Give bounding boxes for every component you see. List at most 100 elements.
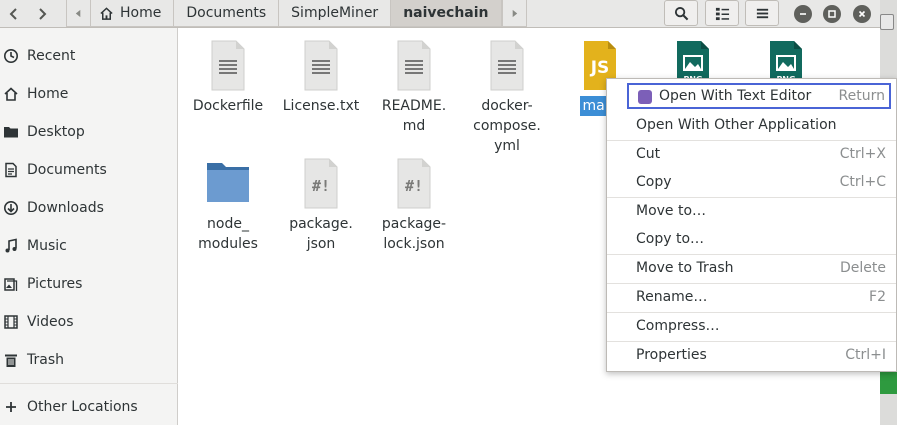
background-green-button	[880, 370, 897, 394]
script-file-icon: #!	[390, 158, 438, 210]
file-label: Dockerfile	[192, 98, 264, 114]
maximize-icon	[828, 10, 836, 18]
chevron-left-icon	[9, 7, 17, 20]
sidebar-item-documents[interactable]: Documents	[0, 155, 178, 185]
breadcrumb-scroll-left-button[interactable]	[67, 0, 91, 26]
menu-item-accelerator: Ctrl+I	[845, 347, 886, 363]
folder-icon	[4, 127, 18, 138]
sidebar-item-home[interactable]: Home	[0, 79, 178, 109]
script-icon-text: #!	[312, 177, 330, 195]
home-icon	[4, 87, 18, 101]
header-bar: Home Documents SimpleMiner naivechain	[0, 0, 880, 28]
menu-item-copy[interactable]: Copy Ctrl+C	[607, 168, 896, 196]
text-file-icon	[297, 40, 345, 92]
menu-item-rename[interactable]: Rename… F2	[607, 283, 896, 311]
menu-item-properties[interactable]: Properties Ctrl+I	[607, 341, 896, 369]
folder-item[interactable]: node_ modules	[181, 158, 275, 254]
text-editor-icon	[638, 90, 652, 104]
maximize-button[interactable]	[823, 5, 841, 23]
view-list-button[interactable]	[705, 0, 739, 26]
menu-item-compress[interactable]: Compress…	[607, 312, 896, 340]
sidebar-item-label: Documents	[27, 162, 107, 178]
sidebar-item-trash[interactable]: Trash	[0, 345, 178, 375]
file-item[interactable]: #! package- lock.json	[367, 158, 461, 254]
file-label: docker- compose. yml	[473, 98, 541, 154]
search-icon	[674, 6, 688, 20]
text-file-icon	[204, 40, 252, 92]
sidebar-item-pictures[interactable]: Pictures	[0, 269, 178, 299]
menu-item-label: Open With Text Editor	[659, 88, 812, 104]
menu-item-accelerator: Return	[838, 88, 885, 104]
file-label: node_ modules	[198, 216, 258, 252]
text-file-icon	[390, 40, 438, 92]
menu-item-cut[interactable]: Cut Ctrl+X	[607, 140, 896, 168]
minimize-button[interactable]	[794, 5, 812, 23]
menu-item-open-with-other-application[interactable]: Open With Other Application	[607, 111, 896, 139]
download-icon	[4, 201, 18, 215]
file-label: package- lock.json	[381, 216, 447, 252]
file-label: package. json	[289, 216, 353, 252]
folder-icon	[204, 158, 252, 210]
chevron-right-icon	[38, 7, 46, 20]
breadcrumb-simpleminer[interactable]: SimpleMiner	[279, 0, 392, 26]
sidebar: Recent Home Desktop Documents Downloads …	[0, 28, 178, 425]
breadcrumb-scroll-right-button[interactable]	[501, 0, 526, 26]
text-file-icon	[483, 40, 531, 92]
file-item[interactable]: License.txt	[274, 40, 368, 116]
file-label: README. md	[381, 98, 447, 134]
sidebar-item-label: Trash	[27, 352, 64, 368]
breadcrumb-documents[interactable]: Documents	[174, 0, 280, 26]
search-button[interactable]	[664, 0, 698, 26]
menu-item-accelerator: Ctrl+C	[839, 174, 886, 190]
menu-item-label: Compress…	[636, 318, 720, 334]
file-item[interactable]: README. md	[367, 40, 461, 136]
menu-button[interactable]	[745, 0, 779, 26]
sidebar-item-label: Desktop	[27, 124, 85, 140]
trash-icon	[5, 354, 17, 367]
close-icon	[858, 10, 866, 18]
breadcrumb-home[interactable]: Home	[91, 0, 175, 26]
file-item[interactable]: #! package. json	[274, 158, 368, 254]
sidebar-item-label: Downloads	[27, 200, 104, 216]
menu-item-accelerator: Delete	[840, 260, 886, 276]
clock-icon	[4, 49, 18, 63]
home-icon	[100, 6, 113, 20]
hamburger-icon	[756, 8, 768, 18]
picture-icon	[4, 278, 18, 291]
close-button[interactable]	[853, 5, 871, 23]
breadcrumb: Home Documents SimpleMiner naivechain	[66, 0, 527, 27]
plus-icon	[6, 402, 16, 412]
menu-item-label: Rename…	[636, 289, 708, 305]
menu-item-label: Properties	[636, 347, 707, 363]
sidebar-item-label: Videos	[27, 314, 74, 330]
back-button[interactable]	[0, 1, 27, 26]
menu-item-move-to-trash[interactable]: Move to Trash Delete	[607, 254, 896, 282]
sidebar-item-music[interactable]: Music	[0, 231, 178, 261]
sidebar-item-desktop[interactable]: Desktop	[0, 117, 178, 147]
menu-item-move-to[interactable]: Move to…	[607, 197, 896, 225]
js-icon-text: JS	[590, 58, 610, 78]
menu-item-label: Move to…	[636, 203, 707, 219]
minimize-icon	[800, 13, 806, 15]
script-icon-text: #!	[405, 177, 423, 195]
breadcrumb-naivechain[interactable]: naivechain	[391, 0, 502, 26]
menu-item-accelerator: Ctrl+X	[839, 146, 886, 162]
background-checkbox	[880, 14, 894, 30]
forward-button[interactable]	[28, 1, 55, 26]
music-icon	[5, 238, 17, 253]
sidebar-item-videos[interactable]: Videos	[0, 307, 178, 337]
file-label: License.txt	[282, 98, 360, 114]
script-file-icon: #!	[297, 158, 345, 210]
menu-item-open-with-text-editor[interactable]: Open With Text Editor Return	[627, 83, 891, 109]
file-item[interactable]: Dockerfile	[181, 40, 275, 116]
menu-item-accelerator: F2	[869, 289, 886, 305]
sidebar-item-other-locations[interactable]: Other Locations	[0, 392, 178, 422]
menu-item-copy-to[interactable]: Copy to…	[607, 225, 896, 253]
sidebar-item-recent[interactable]: Recent	[0, 41, 178, 71]
sidebar-item-label: Music	[27, 238, 67, 254]
sidebar-item-label: Recent	[27, 48, 76, 64]
sidebar-item-downloads[interactable]: Downloads	[0, 193, 178, 223]
document-icon	[5, 162, 17, 178]
menu-item-label: Copy to…	[636, 231, 705, 247]
file-item[interactable]: docker- compose. yml	[460, 40, 554, 156]
